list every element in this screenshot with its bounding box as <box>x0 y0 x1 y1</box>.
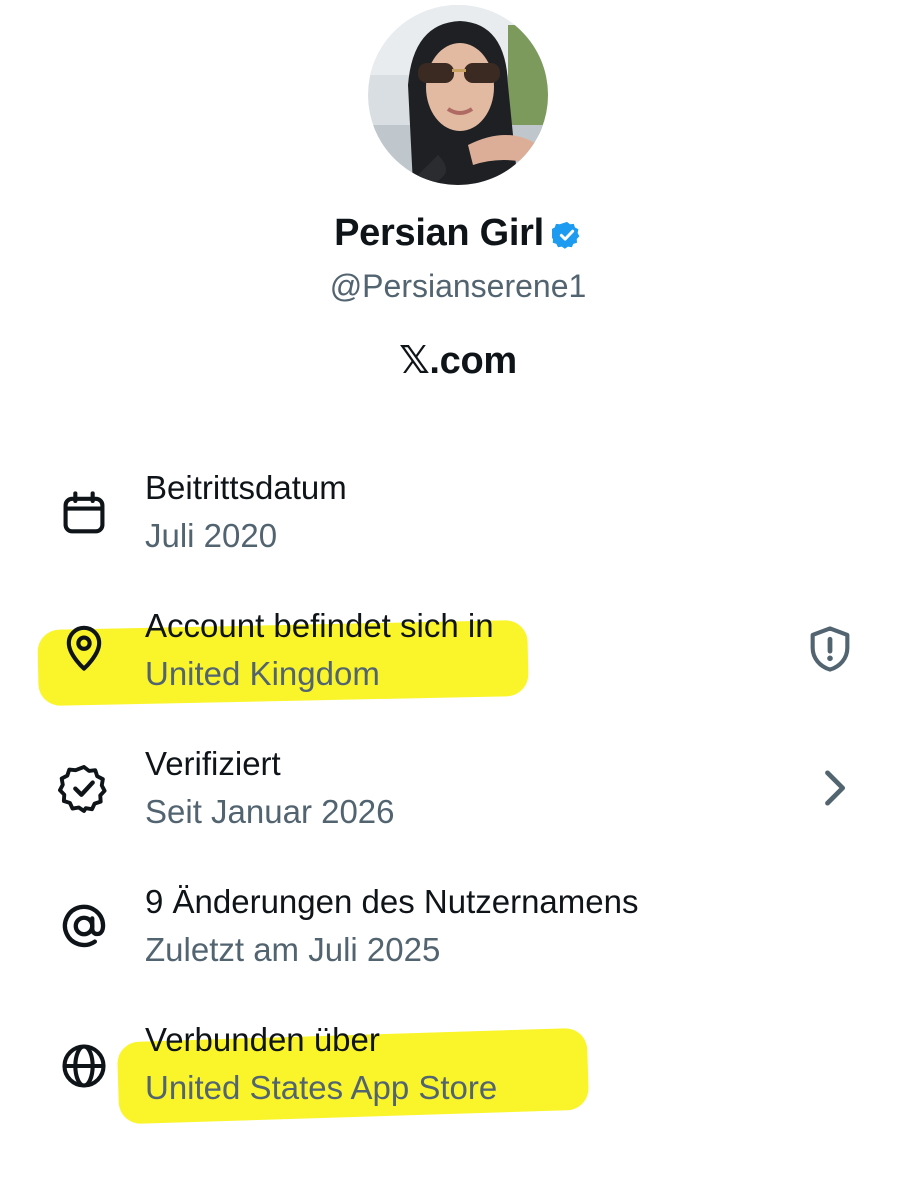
at-sign-icon <box>62 904 106 948</box>
chevron-right-icon[interactable] <box>808 762 860 814</box>
about-row-title: Beitrittsdatum <box>145 469 347 506</box>
location-pin-icon <box>66 625 102 671</box>
profile-name-row: Persian Girl <box>0 212 916 255</box>
profile-avatar[interactable] <box>368 5 548 185</box>
about-row-connected-via: Verbunden über United States App Store <box>0 1012 916 1122</box>
about-row-verified[interactable]: Verifiziert Seit Januar 2026 <box>0 736 916 846</box>
about-row-subtitle: Zuletzt am Juli 2025 <box>145 931 441 968</box>
about-row-username-changes: 9 Änderungen des Nutzernamens Zuletzt am… <box>0 874 916 984</box>
verified-badge-icon[interactable] <box>551 220 582 250</box>
avatar-photo <box>368 5 548 185</box>
about-row-title: Account befindet sich in <box>145 607 494 644</box>
about-row-subtitle: Juli 2020 <box>145 517 278 554</box>
about-row-subtitle: United Kingdom <box>145 655 380 692</box>
calendar-icon <box>63 491 105 534</box>
about-row-join-date: Beitrittsdatum Juli 2020 <box>0 460 916 570</box>
about-row-subtitle: United States App Store <box>145 1069 498 1106</box>
about-row-subtitle: Seit Januar 2026 <box>145 793 395 830</box>
profile-handle: @Persianserene1 <box>329 268 587 304</box>
profile-name: Persian Girl <box>334 212 544 254</box>
about-row-account-location: Account befindet sich in United Kingdom <box>0 598 916 708</box>
verified-check-icon <box>58 765 107 813</box>
about-row-title: Verbunden über <box>145 1021 380 1058</box>
x-brand-label: 𝕏.com <box>399 340 517 382</box>
shield-alert-icon[interactable] <box>804 623 856 675</box>
about-row-title: Verifiziert <box>145 745 281 782</box>
about-row-title: 9 Änderungen des Nutzernamens <box>145 883 639 920</box>
globe-icon <box>62 1044 106 1088</box>
